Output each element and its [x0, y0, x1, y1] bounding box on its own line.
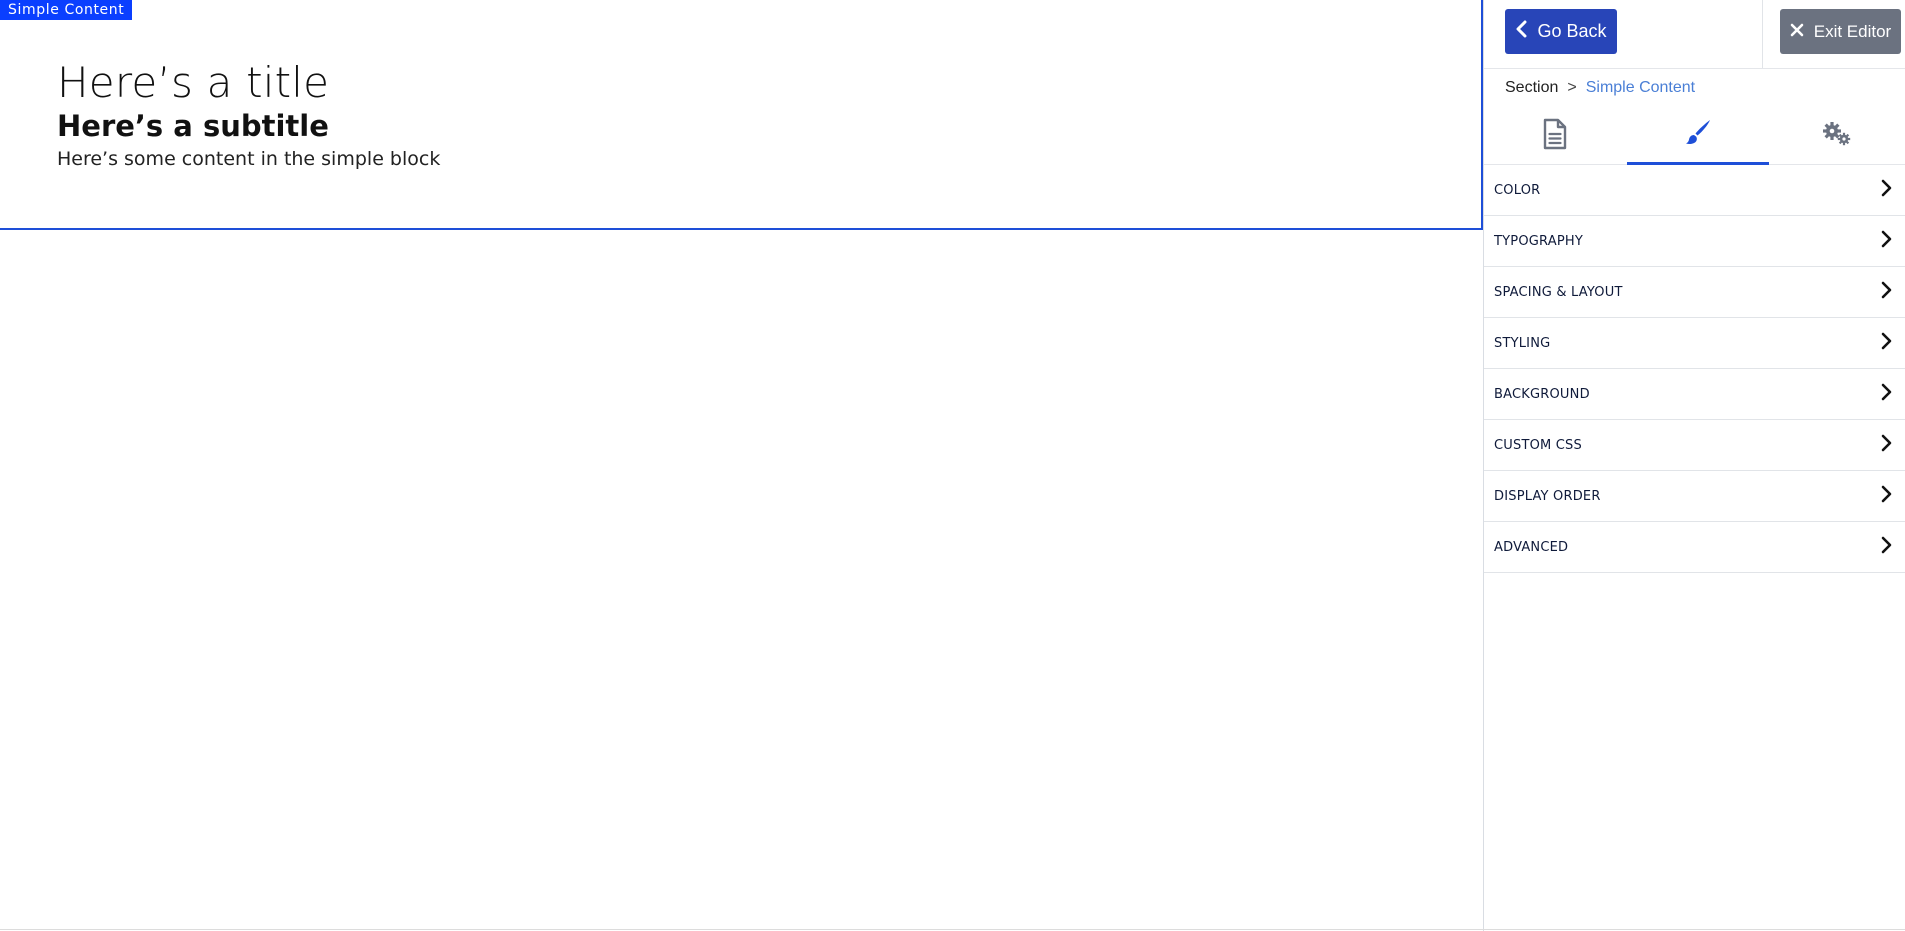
accordion-item-styling[interactable]: STYLING — [1484, 318, 1905, 369]
breadcrumb-section[interactable]: Section — [1505, 79, 1558, 97]
block-title[interactable]: Here’s a title — [57, 58, 440, 108]
panel-header: Go Back Exit Editor — [1484, 0, 1905, 69]
editor-panel: Go Back Exit Editor Section > Simple Con… — [1483, 0, 1905, 931]
block-body-text[interactable]: Here’s some content in the simple block — [57, 145, 440, 173]
brush-icon — [1684, 118, 1712, 151]
bottom-border — [0, 929, 1905, 930]
chevron-right-icon — [1879, 434, 1893, 457]
style-accordion: COLOR TYPOGRAPHY SPACING & LAYOUT STYLIN… — [1484, 165, 1905, 573]
breadcrumb-current[interactable]: Simple Content — [1586, 79, 1695, 97]
preview-canvas: Simple Content Here’s a title Here’s a s… — [0, 0, 1483, 931]
document-icon — [1542, 118, 1568, 155]
accordion-label: BACKGROUND — [1494, 386, 1590, 402]
exit-editor-button[interactable]: Exit Editor — [1780, 9, 1901, 54]
chevron-right-icon — [1879, 383, 1893, 406]
chevron-right-icon — [1879, 485, 1893, 508]
accordion-label: DISPLAY ORDER — [1494, 488, 1601, 504]
accordion-item-advanced[interactable]: ADVANCED — [1484, 522, 1905, 573]
accordion-label: STYLING — [1494, 335, 1551, 351]
close-icon — [1790, 22, 1804, 42]
editor-tabs — [1484, 107, 1905, 165]
tab-content[interactable] — [1484, 107, 1627, 165]
breadcrumb-separator: > — [1567, 79, 1577, 96]
accordion-item-custom-css[interactable]: CUSTOM CSS — [1484, 420, 1905, 471]
exit-editor-label: Exit Editor — [1813, 21, 1892, 41]
accordion-item-display-order[interactable]: DISPLAY ORDER — [1484, 471, 1905, 522]
header-divider — [1762, 0, 1763, 68]
accordion-label: COLOR — [1494, 182, 1541, 198]
chevron-right-icon — [1879, 281, 1893, 304]
chevron-right-icon — [1879, 179, 1893, 202]
gears-icon — [1821, 121, 1853, 152]
chevron-right-icon — [1879, 230, 1893, 253]
accordion-item-typography[interactable]: TYPOGRAPHY — [1484, 216, 1905, 267]
chevron-left-icon — [1515, 20, 1527, 43]
accordion-label: SPACING & LAYOUT — [1494, 284, 1623, 300]
tab-settings[interactable] — [1769, 107, 1905, 165]
accordion-item-spacing-layout[interactable]: SPACING & LAYOUT — [1484, 267, 1905, 318]
simple-content-block[interactable]: Simple Content Here’s a title Here’s a s… — [0, 0, 1483, 230]
chevron-right-icon — [1879, 536, 1893, 559]
accordion-item-background[interactable]: BACKGROUND — [1484, 369, 1905, 420]
accordion-item-color[interactable]: COLOR — [1484, 165, 1905, 216]
go-back-label: Go Back — [1537, 21, 1607, 41]
go-back-button[interactable]: Go Back — [1505, 9, 1617, 54]
chevron-right-icon — [1879, 332, 1893, 355]
tab-design[interactable] — [1626, 107, 1770, 165]
block-content: Here’s a title Here’s a subtitle Here’s … — [57, 58, 440, 173]
accordion-label: CUSTOM CSS — [1494, 437, 1582, 453]
accordion-label: TYPOGRAPHY — [1494, 233, 1583, 249]
block-type-tag: Simple Content — [0, 0, 133, 20]
block-subtitle[interactable]: Here’s a subtitle — [57, 109, 440, 143]
breadcrumb: Section > Simple Content — [1484, 69, 1905, 107]
accordion-label: ADVANCED — [1494, 539, 1569, 555]
